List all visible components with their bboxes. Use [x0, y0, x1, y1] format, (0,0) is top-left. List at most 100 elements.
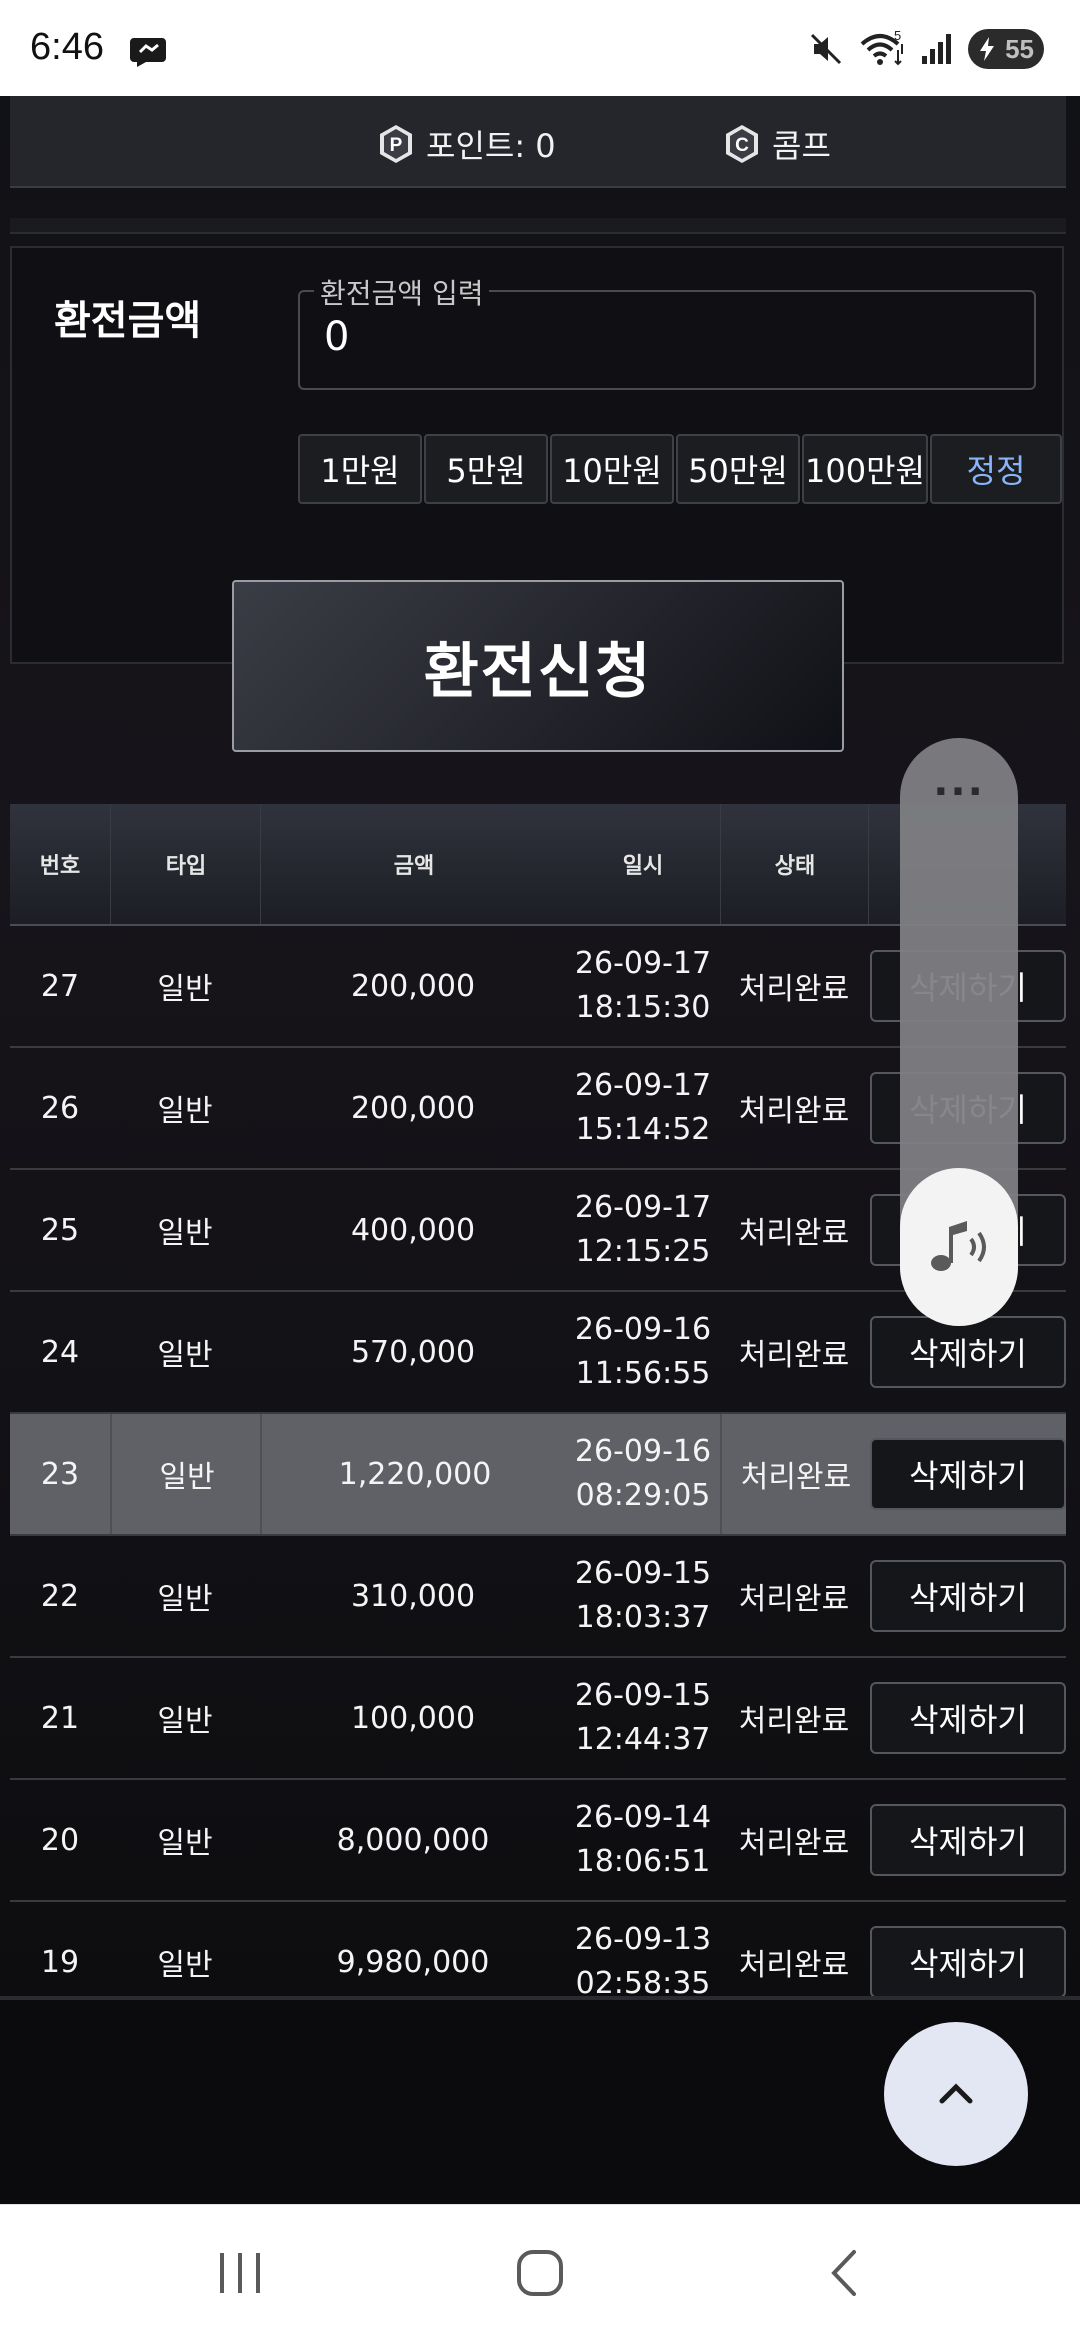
cell-number: 19	[40, 1944, 80, 1980]
exchange-amount-label: 환전금액	[54, 298, 202, 344]
cell-amount: 1,220,000	[260, 1414, 568, 1534]
cell-type: 일반	[157, 1338, 213, 1373]
comp-icon: C	[726, 125, 758, 163]
table-row: 24 일반 570,000 26-09-16 11:56:55 처리완료 삭제하기	[10, 1292, 1066, 1414]
cell-date: 26-09-13	[574, 1922, 712, 1957]
delete-button[interactable]: 삭제하기	[870, 1682, 1066, 1754]
mute-icon	[810, 33, 842, 65]
exchange-amount-field[interactable]: 환전금액 입력	[298, 272, 1036, 390]
quick-amount-button-500k[interactable]: 50만원	[676, 434, 800, 504]
cell-time: 08:29:05	[575, 1478, 711, 1513]
cell-amount: 8,000,000	[336, 1822, 490, 1858]
cell-number: 21	[40, 1700, 80, 1736]
cell-datetime: 26-09-17 15:14:52	[566, 1048, 720, 1168]
signal-icon	[922, 34, 951, 64]
cell-time: 18:15:30	[575, 990, 711, 1025]
cell-datetime: 26-09-16 11:56:55	[566, 1292, 720, 1412]
status-icons: 5 55	[808, 26, 1044, 72]
quick-amount-button-50k[interactable]: 5만원	[424, 434, 548, 504]
cell-datetime: 26-09-15 18:03:37	[566, 1536, 720, 1656]
cell-time: 12:44:37	[575, 1722, 711, 1757]
exchange-amount-input[interactable]	[324, 314, 924, 360]
cell-number: 23	[40, 1456, 80, 1492]
scroll-to-top-button[interactable]	[884, 2022, 1028, 2166]
volume-knob[interactable]	[900, 1168, 1018, 1326]
quick-amount-row: 1만원 5만원 10만원 50만원 100만원 정정	[298, 434, 1062, 504]
exchange-submit-button[interactable]: 환전신청	[232, 580, 844, 752]
cell-date: 26-09-17	[574, 946, 712, 981]
cell-number: 25	[40, 1212, 80, 1248]
exchange-input-label: 환전금액 입력	[314, 272, 490, 312]
cell-datetime: 26-09-17 18:15:30	[566, 926, 720, 1046]
svg-text:P: P	[390, 135, 403, 156]
music-volume-icon	[931, 1221, 986, 1271]
cell-type: 일반	[157, 1094, 213, 1129]
cell-time: 18:03:37	[575, 1600, 711, 1635]
cell-type: 일반	[157, 972, 213, 1007]
cell-status: 처리완료	[738, 1582, 850, 1617]
quick-amount-button-1m[interactable]: 100만원	[802, 434, 928, 504]
home-button[interactable]	[460, 2205, 620, 2341]
delete-button[interactable]: 삭제하기	[870, 1438, 1066, 1510]
delete-button[interactable]: 삭제하기	[870, 1926, 1066, 1998]
column-header-status: 상태	[720, 804, 869, 924]
points-icon: P	[380, 125, 412, 163]
status-time: 6:46	[30, 26, 104, 68]
cell-time: 02:58:35	[575, 1966, 711, 2000]
back-icon	[831, 2250, 856, 2296]
cell-amount: 570,000	[350, 1334, 476, 1370]
cell-time: 18:06:51	[575, 1844, 711, 1879]
cell-type: 일반	[157, 1826, 213, 1861]
cell-time: 15:14:52	[575, 1112, 711, 1147]
cell-datetime: 26-09-14 18:06:51	[566, 1780, 720, 1900]
cell-type: 일반	[110, 1414, 262, 1534]
cell-status: 처리완료	[738, 1826, 850, 1861]
cell-number: 26	[40, 1090, 80, 1126]
cell-number: 27	[40, 968, 80, 1004]
cell-date: 26-09-15	[574, 1678, 712, 1713]
cell-type: 일반	[157, 1704, 213, 1739]
cell-status: 처리완료	[738, 1216, 850, 1251]
chevron-up-icon	[939, 2083, 973, 2104]
column-header-number: 번호	[39, 854, 81, 879]
recent-apps-icon	[220, 2253, 260, 2293]
cell-type: 일반	[157, 1216, 213, 1251]
navigation-bar	[0, 2204, 1080, 2341]
quick-amount-button-100k[interactable]: 10만원	[550, 434, 674, 504]
volume-slider[interactable]: ···	[900, 738, 1018, 1326]
cell-amount: 200,000	[350, 1090, 476, 1126]
cell-date: 26-09-16	[574, 1434, 712, 1469]
cell-number: 22	[40, 1578, 80, 1614]
reset-amount-button[interactable]: 정정	[930, 434, 1062, 504]
quick-amount-button-10k[interactable]: 1만원	[298, 434, 422, 504]
column-header-type: 타입	[110, 804, 261, 924]
cell-amount: 100,000	[350, 1700, 476, 1736]
main-content: P 포인트: 0 C 콤프 환전금액 환전금액 입력 1만원 5만원 10만원 …	[0, 96, 1080, 2000]
delete-button[interactable]: 삭제하기	[870, 1316, 1066, 1388]
cell-number: 20	[40, 1822, 80, 1858]
delete-button[interactable]: 삭제하기	[870, 1560, 1066, 1632]
cell-amount: 9,980,000	[336, 1944, 490, 1980]
comp-display: C 콤프	[724, 124, 831, 165]
cell-date: 26-09-17	[574, 1068, 712, 1103]
table-row: 21 일반 100,000 26-09-15 12:44:37 처리완료 삭제하기	[10, 1658, 1066, 1780]
cell-status: 처리완료	[738, 1094, 850, 1129]
more-options-icon[interactable]: ···	[900, 772, 1018, 812]
back-button[interactable]	[764, 2205, 924, 2341]
cell-status: 처리완료	[738, 972, 850, 1007]
table-row: 23 일반 1,220,000 26-09-16 08:29:05 처리완료 삭제하기	[10, 1414, 1066, 1536]
cell-number: 24	[40, 1334, 80, 1370]
cell-datetime: 26-09-16 08:29:05	[566, 1414, 720, 1534]
cell-type: 일반	[157, 1582, 213, 1617]
battery-charging-icon: 55	[968, 29, 1044, 69]
divider-bar	[10, 218, 1066, 234]
column-header-amount: 금액	[260, 804, 567, 924]
delete-button[interactable]: 삭제하기	[870, 1804, 1066, 1876]
home-icon	[517, 2250, 563, 2296]
cell-datetime: 26-09-13 02:58:35	[566, 1902, 720, 2000]
cell-amount: 200,000	[350, 968, 476, 1004]
cell-amount: 400,000	[350, 1212, 476, 1248]
recent-apps-button[interactable]	[160, 2205, 320, 2341]
battery-level: 55	[1005, 33, 1034, 64]
points-bar: P 포인트: 0 C 콤프	[10, 96, 1066, 188]
